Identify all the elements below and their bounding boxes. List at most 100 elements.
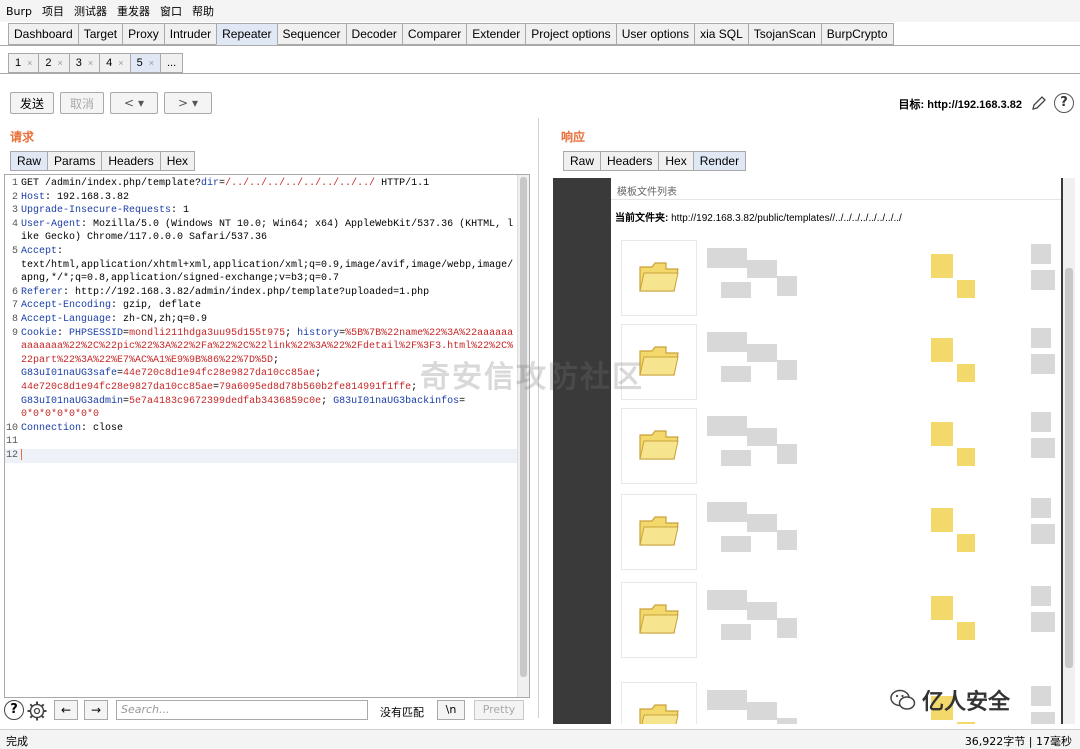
text-cursor — [21, 448, 22, 460]
search-input[interactable]: Search... — [116, 700, 368, 720]
help-icon[interactable]: ? — [1054, 93, 1074, 113]
close-icon[interactable]: × — [27, 58, 32, 68]
pixelated-content — [1031, 586, 1051, 606]
folder-icon — [639, 430, 679, 460]
newline-toggle[interactable]: \n — [437, 700, 465, 720]
close-icon[interactable]: × — [149, 58, 154, 68]
pixelated-content — [721, 624, 751, 640]
response-size: 36,922字节 | 17毫秒 — [964, 735, 1072, 748]
tab-intruder[interactable]: Intruder — [163, 23, 217, 45]
folder-card[interactable] — [621, 240, 697, 316]
request-tab-raw[interactable]: Raw — [10, 151, 48, 171]
tab-sequencer[interactable]: Sequencer — [276, 23, 346, 45]
response-tab-hex[interactable]: Hex — [658, 151, 693, 171]
menu-bar: Burp 项目 测试器 重发器 窗口 帮助 — [0, 0, 1080, 22]
repeater-tab[interactable]: 5 × — [129, 53, 160, 73]
scroll-thumb[interactable] — [520, 177, 527, 677]
request-line: 5 Accept: text/html,application/xhtml+xml… — [5, 245, 519, 286]
gear-icon[interactable] — [26, 700, 48, 722]
scroll-thumb[interactable] — [1065, 268, 1073, 668]
forward-button[interactable]: > ▾ — [164, 92, 212, 114]
menu-item[interactable]: 重发器 — [117, 3, 150, 19]
menu-item[interactable]: 测试器 — [74, 3, 107, 19]
pane-divider[interactable] — [538, 118, 539, 718]
request-tab-params[interactable]: Params — [47, 151, 102, 171]
close-icon[interactable]: × — [58, 58, 63, 68]
plain-text: : Mozilla/5.0 (Windows NT 10.0; Win64; x… — [21, 218, 514, 244]
line-number: 3 — [11, 205, 18, 217]
header-name: Accept-Language — [21, 313, 112, 325]
folder-card[interactable] — [621, 408, 697, 484]
tab-target[interactable]: Target — [77, 23, 123, 45]
tab-user-options[interactable]: User options — [615, 23, 695, 45]
tab-dashboard[interactable]: Dashboard — [8, 23, 78, 45]
tab-comparer[interactable]: Comparer — [401, 23, 467, 45]
pixelated-content — [1031, 438, 1055, 458]
request-editor[interactable]: 1 GET /admin/index.php/template?dir=/../.… — [4, 174, 530, 698]
menu-item[interactable]: 项目 — [42, 3, 64, 19]
send-button[interactable]: 发送 — [10, 92, 54, 114]
tab-project-options[interactable]: Project options — [525, 23, 616, 45]
menu-item[interactable]: 窗口 — [160, 3, 182, 19]
close-icon[interactable]: × — [88, 58, 93, 68]
pixelated-content — [707, 590, 747, 610]
folder-icon — [639, 604, 679, 634]
match-count: 没有匹配 — [380, 706, 424, 719]
pixelated-content — [931, 254, 953, 278]
header-name: history — [297, 327, 340, 339]
menu-item[interactable]: 帮助 — [192, 3, 214, 19]
response-tab-headers[interactable]: Headers — [600, 151, 659, 171]
render-scrollbar[interactable] — [1063, 178, 1075, 724]
param-value: 44e720c8d1e94fc28e9827da10cc85ae — [123, 368, 316, 380]
folder-icon — [639, 516, 679, 546]
close-icon[interactable]: × — [118, 58, 123, 68]
pixelated-content — [747, 602, 777, 620]
tab-xia-sql[interactable]: xia SQL — [694, 23, 748, 45]
request-tab-hex[interactable]: Hex — [159, 151, 196, 171]
help-icon[interactable]: ? — [4, 700, 24, 720]
folder-card[interactable] — [621, 582, 697, 658]
repeater-tab[interactable]: 1 × — [8, 53, 39, 73]
menu-item[interactable]: Burp — [6, 5, 32, 18]
pixelated-content — [1031, 712, 1055, 724]
tab-proxy[interactable]: Proxy — [122, 23, 164, 45]
pixelated-content — [707, 332, 747, 352]
repeater-tab[interactable]: ... — [159, 53, 184, 73]
pixelated-content — [957, 280, 975, 298]
edit-target-icon[interactable] — [1030, 94, 1048, 112]
pixelated-content — [1031, 524, 1055, 544]
request-line: 6 Referer: http://192.168.3.82/admin/inde… — [5, 286, 519, 300]
header-name: G83uI01naUG3backinfos — [333, 395, 460, 407]
cancel-button[interactable]: 取消 — [60, 92, 104, 114]
tab-decoder[interactable]: Decoder — [345, 23, 402, 45]
line-text — [21, 448, 519, 463]
request-scrollbar[interactable] — [517, 175, 529, 697]
folder-card[interactable] — [621, 682, 697, 724]
line-number: 4 — [11, 218, 18, 230]
header-name: Upgrade-Insecure-Requests — [21, 205, 172, 217]
response-tab-raw[interactable]: Raw — [563, 151, 601, 171]
folder-card[interactable] — [621, 494, 697, 570]
tab-burpcrypto[interactable]: BurpCrypto — [820, 23, 894, 45]
request-line: 3 Upgrade-Insecure-Requests: 1 — [5, 204, 519, 218]
repeater-tab[interactable]: 2 × — [38, 53, 69, 73]
response-tab-render[interactable]: Render — [692, 151, 747, 171]
repeater-tab[interactable]: 4 × — [99, 53, 130, 73]
line-number: 10 — [5, 422, 18, 434]
tab-extender[interactable]: Extender — [466, 23, 526, 45]
dropdown-icon: ▾ — [138, 96, 145, 110]
pixelated-content — [957, 622, 975, 640]
next-match-button[interactable]: → — [84, 700, 108, 720]
tab-repeater[interactable]: Repeater — [216, 23, 277, 45]
pretty-button[interactable]: Pretty — [474, 700, 524, 720]
param-value: 44e720c8d1e94fc28e9827da10cc85ae — [21, 381, 214, 393]
prev-match-button[interactable]: ← — [54, 700, 78, 720]
repeater-tab[interactable]: 3 × — [68, 53, 100, 73]
plain-text: ; — [315, 368, 322, 380]
param-value: /../../../../../../../../ — [225, 178, 376, 189]
tab-tsojanscan[interactable]: TsojanScan — [747, 23, 821, 45]
current-folder: 当前文件夹: http://192.168.3.82/public/templa… — [615, 209, 902, 224]
subtab-divider — [0, 73, 1080, 74]
back-button[interactable]: < ▾ — [110, 92, 158, 114]
request-tab-headers[interactable]: Headers — [101, 151, 160, 171]
